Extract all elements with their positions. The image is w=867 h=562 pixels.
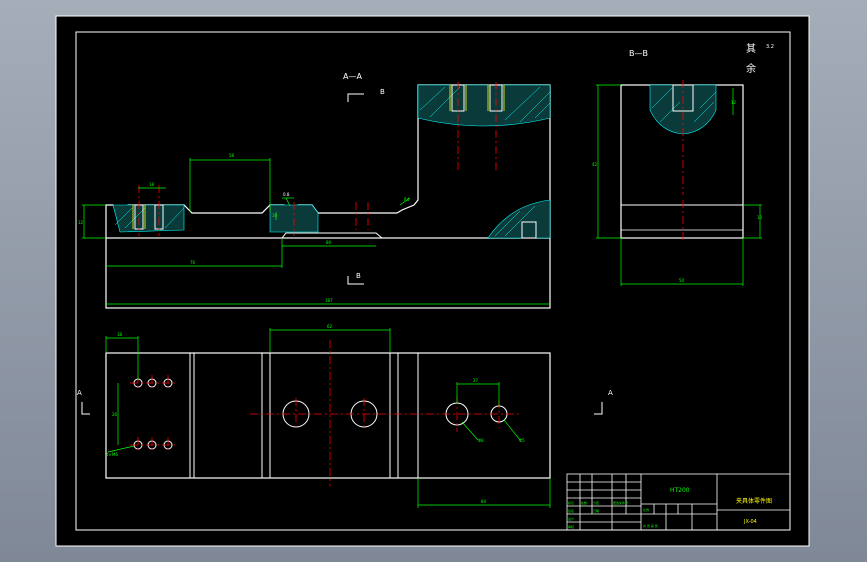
- dim-thread-note: 4×M6: [106, 452, 118, 457]
- roughness-symbol: 其: [746, 43, 756, 55]
- b-marker-bottom: B: [356, 272, 361, 280]
- a-marker-left: A: [77, 389, 82, 397]
- title-drawing-no: JX-04: [743, 519, 757, 525]
- dim-chamfer: 0.8: [283, 192, 290, 197]
- title-row-label-3: 分区: [593, 500, 599, 505]
- dim-plan-hole-small: 27: [473, 378, 479, 383]
- dim-bb-top-r: 12: [731, 100, 737, 105]
- dim-bb-height: 42: [592, 162, 598, 167]
- roughness-value: 3.2: [766, 44, 774, 50]
- title-sheet-label: 共 张 第 张: [643, 523, 658, 528]
- title-material: HT200: [670, 487, 690, 494]
- dim-left-small: 18: [149, 182, 155, 187]
- title-row-label-1: 标记: [568, 500, 574, 505]
- dim-radius: R4: [404, 197, 410, 202]
- dim-bottom-span: 76: [190, 260, 196, 265]
- title-row-label-4: 更改文件号: [613, 500, 628, 505]
- dim-top-width: 58: [229, 153, 235, 158]
- title-row-label-5: 签名: [568, 508, 574, 513]
- cad-drawing-canvas[interactable]: A—A B B B—B A A 58 18 12 10 0.8 R4 76 80…: [0, 0, 867, 562]
- title-row-label-2: 处数: [581, 500, 587, 505]
- dim-plan-offset: 26: [112, 412, 118, 417]
- title-approved-label: 审核: [568, 524, 574, 529]
- dim-hole-small: Φ5: [519, 438, 525, 443]
- cad-viewport: A—A B B B—B A A 58 18 12 10 0.8 R4 76 80…: [0, 0, 867, 562]
- dim-mid-span: 80: [326, 240, 332, 245]
- dim-hole-big: Φ8: [478, 438, 484, 443]
- dim-plan-width: 62: [327, 324, 333, 329]
- dim-mid-small: 10: [272, 213, 278, 218]
- a-marker-right: A: [608, 389, 613, 397]
- bb-section-label: B—B: [629, 49, 648, 58]
- dim-bb-bottom-h: 10: [757, 215, 763, 220]
- title-scale-label: 比例: [643, 507, 649, 512]
- dim-plan-right: 84: [481, 499, 487, 504]
- title-designer-label: 设计: [568, 516, 574, 521]
- b-marker-top: B: [380, 88, 385, 96]
- title-row-label-6: 日期: [593, 508, 599, 513]
- title-part-name: 夹具体零件图: [736, 497, 772, 505]
- dim-left-height: 12: [78, 220, 84, 225]
- aa-hatch-top: [417, 84, 551, 127]
- dim-plan-left: 18: [117, 332, 123, 337]
- dim-bb-width: 50: [679, 278, 685, 283]
- dim-total-length: 187: [325, 298, 333, 303]
- aa-section-label: A—A: [343, 72, 362, 81]
- aa-hatch-left: [112, 204, 185, 233]
- roughness-note: 余: [746, 62, 756, 75]
